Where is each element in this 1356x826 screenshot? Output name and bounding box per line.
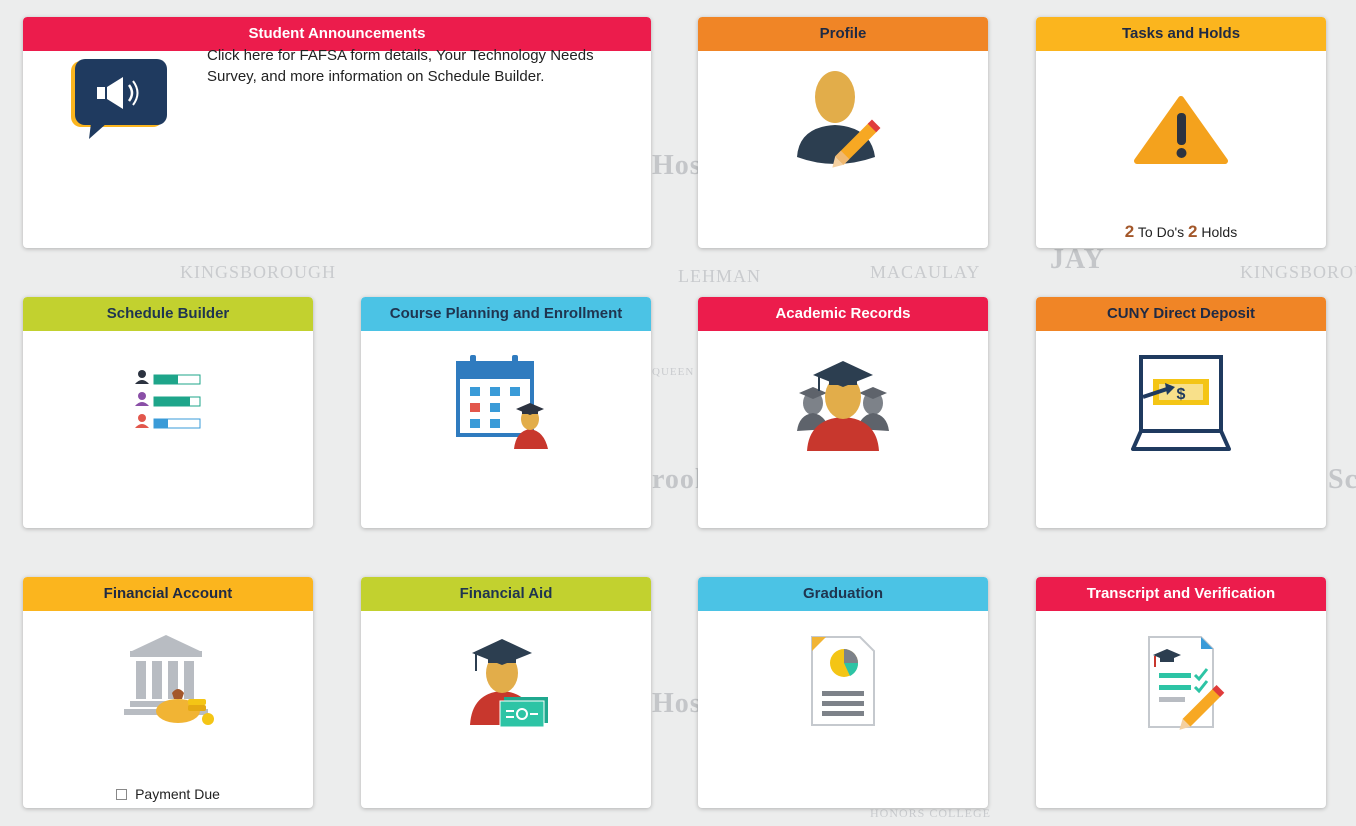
schedule-builder-icon [23, 367, 313, 433]
tile-cuny-direct-deposit[interactable]: CUNY Direct Deposit $ [1036, 297, 1326, 528]
announcement-text: Click here for FAFSA form details, Your … [207, 47, 594, 85]
background-logo: KINGSBOROUGH [180, 262, 337, 282]
tile-financial-account[interactable]: Financial Account Payment Due [23, 577, 313, 808]
financial-account-footer: Payment Due [23, 786, 313, 802]
background-logo: KINGSBOROU [1240, 262, 1356, 282]
holds-count: 2 [1188, 222, 1198, 241]
laptop-deposit-icon: $ [1036, 355, 1326, 453]
tile-title: Academic Records [698, 297, 988, 331]
background-logo: JAY [1050, 244, 1105, 275]
profile-icon [698, 65, 988, 175]
tile-schedule-builder[interactable]: Schedule Builder [23, 297, 313, 528]
todo-count: 2 [1124, 222, 1135, 241]
bank-icon [23, 627, 313, 725]
tile-student-announcements[interactable]: Student Announcements Click here for FAF… [23, 17, 651, 248]
background-logo: MACAULAY [870, 262, 981, 282]
graduates-icon [698, 355, 988, 451]
payment-due-label: Payment Due [135, 786, 220, 802]
tile-title: Profile [698, 17, 988, 51]
financial-aid-icon [361, 635, 651, 731]
payment-due-icon [116, 789, 128, 800]
tile-title: Financial Aid [361, 577, 651, 611]
holds-label: Holds [1201, 224, 1238, 240]
megaphone-icon [71, 57, 167, 146]
background-logo: Hos [652, 688, 702, 719]
tile-financial-aid[interactable]: Financial Aid [361, 577, 651, 808]
tile-title: Course Planning and Enrollment [361, 297, 651, 331]
background-logo: QUEEN [652, 366, 695, 378]
background-logo: Sc [1328, 464, 1356, 495]
tile-title: Financial Account [23, 577, 313, 611]
tile-title: CUNY Direct Deposit [1036, 297, 1326, 331]
transcript-icon [1036, 635, 1326, 731]
tile-title: Graduation [698, 577, 988, 611]
tile-transcript-and-verification[interactable]: Transcript and Verification [1036, 577, 1326, 808]
todo-label: To Do's [1137, 224, 1185, 240]
svg-text:$: $ [1177, 386, 1186, 403]
tile-title: Transcript and Verification [1036, 577, 1326, 611]
tile-tasks-and-holds[interactable]: Tasks and Holds 2 To Do's 2 Holds [1036, 17, 1326, 248]
report-icon [698, 635, 988, 727]
tile-academic-records[interactable]: Academic Records [698, 297, 988, 528]
background-logo: Hos [652, 150, 702, 181]
tile-profile[interactable]: Profile [698, 17, 988, 248]
tile-title: Tasks and Holds [1036, 17, 1326, 51]
calendar-icon [361, 353, 651, 449]
tile-graduation[interactable]: Graduation [698, 577, 988, 808]
tasks-summary: 2 To Do's 2 Holds [1036, 222, 1326, 242]
background-logo: LEHMAN [678, 266, 761, 286]
warning-icon [1036, 95, 1326, 165]
tile-title: Schedule Builder [23, 297, 313, 331]
tile-course-planning-and-enrollment[interactable]: Course Planning and Enrollment [361, 297, 651, 528]
background-logo: HONORS COLLEGE [870, 806, 991, 820]
